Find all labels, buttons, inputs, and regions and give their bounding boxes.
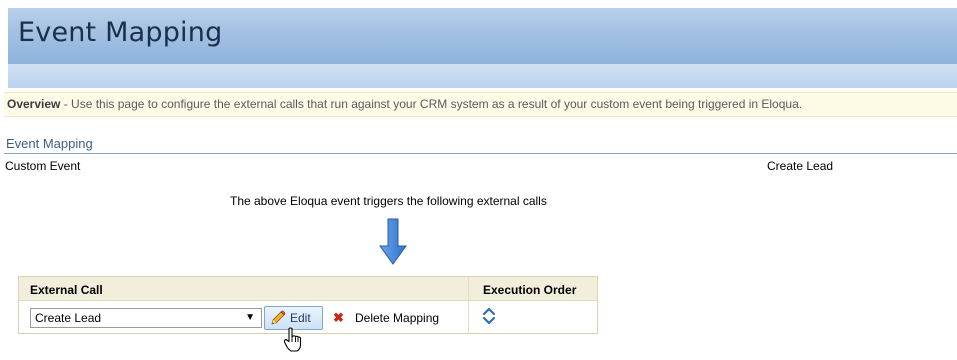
overview-bar: Overview - Use this page to configure th…: [4, 92, 957, 117]
table-header: External Call Execution Order: [19, 277, 597, 301]
section-title: Event Mapping: [4, 136, 957, 154]
custom-event-value: Create Lead: [767, 159, 834, 173]
column-header-external-call: External Call: [30, 283, 103, 297]
external-call-select-value: Create Lead: [35, 311, 102, 325]
custom-event-label: Custom Event: [5, 159, 81, 173]
triggers-text: The above Eloqua event triggers the foll…: [230, 194, 547, 208]
page-header: Event Mapping: [8, 8, 957, 64]
dropdown-arrow-icon[interactable]: ▼: [245, 312, 255, 323]
column-header-execution-order: Execution Order: [483, 283, 577, 297]
page-title: Event Mapping: [18, 17, 223, 48]
external-call-select[interactable]: Create Lead ▼: [30, 308, 262, 328]
external-calls-table: External Call Execution Order Create Lea…: [18, 276, 598, 334]
overview-label: Overview: [7, 97, 61, 111]
edit-button-label: Edit: [290, 311, 311, 325]
overview-text: - Use this page to configure the externa…: [60, 97, 803, 111]
delete-x-icon: ✖: [333, 310, 344, 325]
sort-order-icon[interactable]: [482, 306, 496, 329]
hand-cursor-icon: [283, 327, 303, 356]
table-row: Create Lead ▼ Edit ✖ Delete Mapping: [19, 301, 597, 333]
header-subbar: [8, 64, 957, 88]
down-arrow-icon: [378, 218, 408, 269]
delete-mapping-label: Delete Mapping: [355, 311, 440, 325]
